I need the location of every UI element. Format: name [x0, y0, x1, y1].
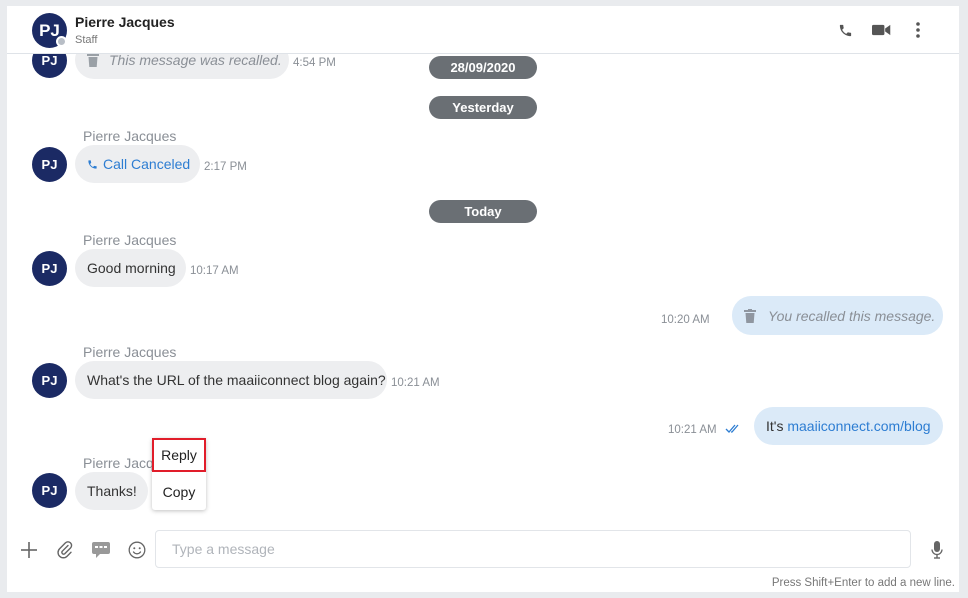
message-text: Thanks!	[87, 483, 137, 499]
sender-name: Pierre Jacques	[83, 232, 177, 248]
presence-indicator	[56, 36, 67, 47]
contact-name: Pierre Jacques	[75, 14, 175, 30]
message-avatar[interactable]: PJ	[32, 473, 67, 508]
chat-template-icon[interactable]	[90, 539, 112, 561]
message-time: 10:21 AM	[391, 377, 440, 389]
message-context-menu: Reply Copy	[152, 438, 206, 510]
message-bubble[interactable]: What's the URL of the maaiiconnect blog …	[75, 361, 387, 399]
composer-hint: Press Shift+Enter to add a new line.	[771, 577, 955, 589]
blog-link[interactable]: maaiiconnect.com/blog	[787, 418, 930, 434]
message-time: 4:54 PM	[293, 57, 336, 69]
message-bubble[interactable]: Thanks!	[75, 472, 148, 510]
message-text: Good morning	[87, 260, 176, 276]
message-time: 2:17 PM	[204, 161, 247, 173]
microphone-icon[interactable]	[926, 539, 948, 561]
trash-icon	[744, 308, 756, 323]
read-receipt-icon	[725, 424, 741, 434]
message-time: 10:20 AM	[661, 314, 710, 326]
reply-menu-item[interactable]: Reply	[152, 438, 206, 472]
message-time: 10:21 AM	[668, 424, 717, 436]
call-canceled-bubble[interactable]: Call Canceled	[75, 145, 200, 183]
sender-name: Pierre Jacques	[83, 344, 177, 360]
sender-name: Pierre Jacq	[83, 455, 154, 471]
message-text: What's the URL of the maaiiconnect blog …	[87, 372, 386, 388]
contact-role: Staff	[75, 34, 98, 46]
video-icon[interactable]	[870, 20, 892, 40]
missed-call-icon	[87, 159, 98, 170]
message-time: 10:17 AM	[190, 265, 239, 277]
recalled-message-text: This message was recalled.	[109, 52, 282, 68]
recalled-message-bubble-outgoing[interactable]: You recalled this message.	[732, 296, 943, 335]
recalled-message-text: You recalled this message.	[768, 307, 936, 324]
message-bubble-outgoing[interactable]: It's maaiiconnect.com/blog	[754, 407, 943, 445]
trash-icon	[87, 53, 99, 67]
date-separator: Yesterday	[429, 96, 537, 119]
copy-menu-item[interactable]: Copy	[152, 475, 206, 509]
message-input[interactable]	[155, 530, 911, 568]
message-avatar[interactable]: PJ	[32, 147, 67, 182]
attachment-icon[interactable]	[54, 539, 76, 561]
date-separator: Today	[429, 200, 537, 223]
date-separator: 28/09/2020	[429, 56, 537, 79]
call-status-text: Call Canceled	[103, 156, 191, 172]
more-vertical-icon[interactable]	[908, 20, 928, 40]
message-bubble[interactable]: Good morning	[75, 249, 186, 287]
message-text: It's	[766, 418, 788, 434]
message-avatar[interactable]: PJ	[32, 251, 67, 286]
phone-icon[interactable]	[835, 20, 855, 40]
emoji-icon[interactable]	[126, 539, 148, 561]
chat-header: PJ Pierre Jacques Staff	[7, 6, 959, 54]
chat-panel: PJ Pierre Jacques Staff PJ This message …	[7, 6, 959, 592]
sender-name: Pierre Jacques	[83, 128, 177, 144]
message-avatar[interactable]: PJ	[32, 363, 67, 398]
plus-icon[interactable]	[18, 539, 40, 561]
